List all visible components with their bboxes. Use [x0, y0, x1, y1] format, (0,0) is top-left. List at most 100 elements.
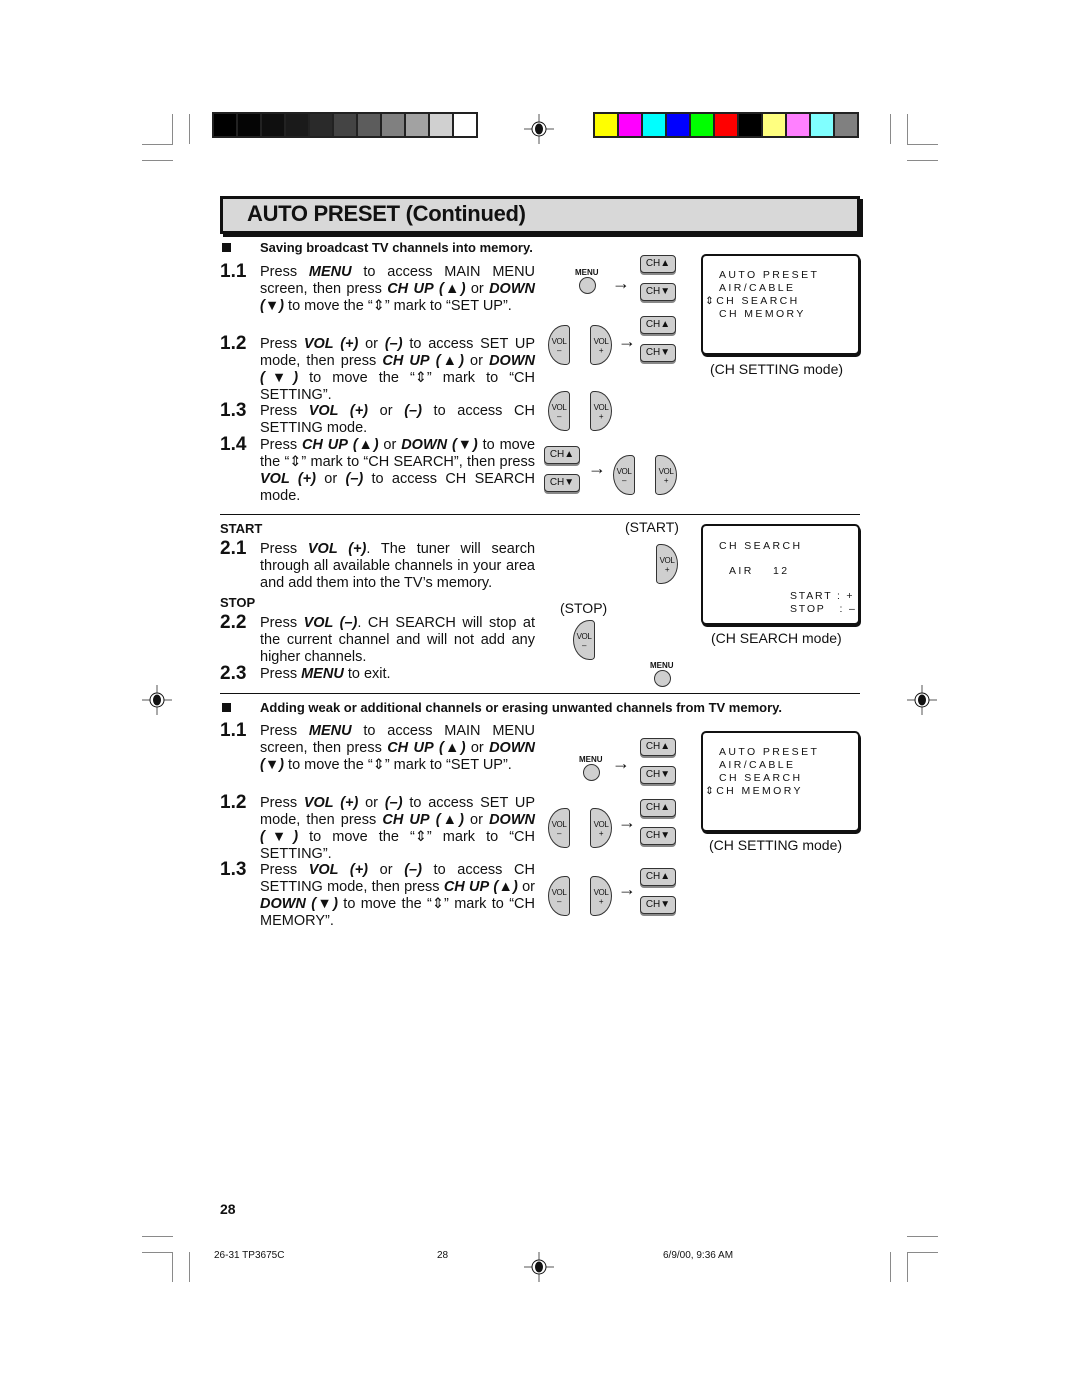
- bullet-icon: [222, 243, 231, 252]
- ch-down-button[interactable]: CH▼: [640, 344, 676, 362]
- ch-up-button[interactable]: CH▲: [640, 316, 676, 334]
- crop-mark: [907, 1236, 938, 1237]
- start-caption: (START): [625, 519, 679, 535]
- tv-screen-ch-setting: AUTO PRESET AIR/CABLE CH SEARCH ⇕CH MEMO…: [701, 731, 860, 832]
- page-title: AUTO PRESET (Continued): [247, 201, 526, 226]
- color-swatch: [214, 114, 236, 136]
- crop-mark: [142, 1252, 173, 1253]
- tv-screen-ch-search: CH SEARCH AIR 12 START : + STOP : –: [701, 524, 860, 625]
- color-swatch: [643, 114, 665, 136]
- vol-minus-button[interactable]: VOL –: [573, 620, 595, 660]
- crop-mark: [172, 114, 173, 144]
- start-label: START: [220, 521, 263, 536]
- color-swatch: [310, 114, 332, 136]
- crop-mark: [907, 1252, 938, 1253]
- screen-caption: (CH SETTING mode): [710, 361, 844, 377]
- registration-mark-icon: [142, 685, 172, 715]
- color-swatch: [787, 114, 809, 136]
- color-calibration-bar: [593, 112, 859, 138]
- footer-job-id: 26-31 TP3675C: [214, 1250, 285, 1261]
- ch-up-button[interactable]: CH▲: [640, 738, 676, 756]
- arrow-icon: →: [612, 273, 630, 293]
- divider: [220, 693, 860, 694]
- crop-mark: [142, 144, 173, 145]
- footer-page: 28: [437, 1250, 449, 1261]
- registration-mark-icon: [524, 1252, 554, 1282]
- vol-plus-button[interactable]: VOL +: [590, 391, 612, 431]
- color-swatch: [763, 114, 785, 136]
- ch-down-button[interactable]: CH▼: [640, 827, 676, 845]
- ch-up-button[interactable]: CH▲: [640, 799, 676, 817]
- ch-down-button[interactable]: CH▼: [640, 896, 676, 914]
- vol-plus-button[interactable]: VOL +: [590, 808, 612, 848]
- bullet-icon: [222, 703, 231, 712]
- screen-caption: (CH SETTING mode): [709, 837, 843, 853]
- color-swatch: [715, 114, 737, 136]
- vol-plus-button[interactable]: VOL +: [655, 455, 677, 495]
- menu-label: MENU: [650, 661, 674, 670]
- vol-minus-button[interactable]: VOL –: [548, 808, 570, 848]
- ch-down-button[interactable]: CH▼: [640, 766, 676, 784]
- vol-plus-button[interactable]: VOL +: [590, 876, 612, 916]
- crop-mark: [172, 1252, 173, 1282]
- screen-caption: (CH SEARCH mode): [711, 630, 842, 646]
- stop-label: STOP: [220, 595, 256, 610]
- crop-mark: [907, 160, 938, 161]
- stop-caption: (STOP): [560, 600, 608, 616]
- ch-up-button[interactable]: CH▲: [640, 255, 676, 273]
- arrow-icon: →: [618, 879, 636, 899]
- menu-label: MENU: [575, 268, 599, 277]
- crop-mark: [907, 144, 938, 145]
- ch-down-button[interactable]: CH▼: [640, 283, 676, 301]
- registration-mark-icon: [524, 114, 554, 144]
- color-swatch: [454, 114, 476, 136]
- color-swatch: [430, 114, 452, 136]
- color-swatch: [358, 114, 380, 136]
- vol-minus-button[interactable]: VOL –: [548, 391, 570, 431]
- crop-mark: [189, 1252, 190, 1282]
- color-swatch: [691, 114, 713, 136]
- color-swatch: [595, 114, 617, 136]
- color-swatch: [811, 114, 833, 136]
- vol-minus-button[interactable]: VOL –: [548, 325, 570, 365]
- color-swatch: [739, 114, 761, 136]
- color-swatch: [262, 114, 284, 136]
- vol-plus-button[interactable]: VOL +: [656, 544, 678, 584]
- arrow-icon: →: [618, 331, 636, 351]
- page-title-box: AUTO PRESET (Continued): [220, 196, 860, 234]
- grayscale-calibration-bar: [212, 112, 478, 138]
- color-swatch: [406, 114, 428, 136]
- registration-mark-icon: [907, 685, 937, 715]
- ch-down-button[interactable]: CH▼: [544, 474, 580, 492]
- vol-plus-button[interactable]: VOL +: [590, 325, 612, 365]
- vol-minus-button[interactable]: VOL –: [613, 455, 635, 495]
- color-swatch: [835, 114, 857, 136]
- page-number: 28: [220, 1201, 236, 1217]
- arrow-icon: →: [588, 458, 606, 478]
- menu-button[interactable]: [654, 670, 671, 687]
- divider: [220, 514, 860, 515]
- crop-mark: [907, 1252, 908, 1282]
- crop-mark: [907, 114, 908, 144]
- color-swatch: [286, 114, 308, 136]
- ch-up-button[interactable]: CH▲: [544, 446, 580, 464]
- arrow-icon: →: [618, 812, 636, 832]
- arrow-icon: →: [612, 753, 630, 773]
- ch-up-button[interactable]: CH▲: [640, 868, 676, 886]
- color-swatch: [667, 114, 689, 136]
- tv-screen-ch-setting: AUTO PRESET AIR/CABLE ⇕CH SEARCH CH MEMO…: [701, 254, 860, 355]
- menu-label: MENU: [579, 755, 603, 764]
- color-swatch: [334, 114, 356, 136]
- color-swatch: [238, 114, 260, 136]
- menu-button[interactable]: [583, 764, 600, 781]
- color-swatch: [619, 114, 641, 136]
- footer-timestamp: 6/9/00, 9:36 AM: [663, 1250, 734, 1261]
- crop-mark: [142, 1236, 173, 1237]
- crop-mark: [890, 1252, 891, 1282]
- menu-button[interactable]: [579, 277, 596, 294]
- vol-minus-button[interactable]: VOL –: [548, 876, 570, 916]
- section-heading: Adding weak or additional channels or er…: [260, 700, 783, 715]
- section-heading: Saving broadcast TV channels into memory…: [260, 240, 533, 255]
- crop-mark: [890, 114, 891, 144]
- crop-mark: [189, 114, 190, 144]
